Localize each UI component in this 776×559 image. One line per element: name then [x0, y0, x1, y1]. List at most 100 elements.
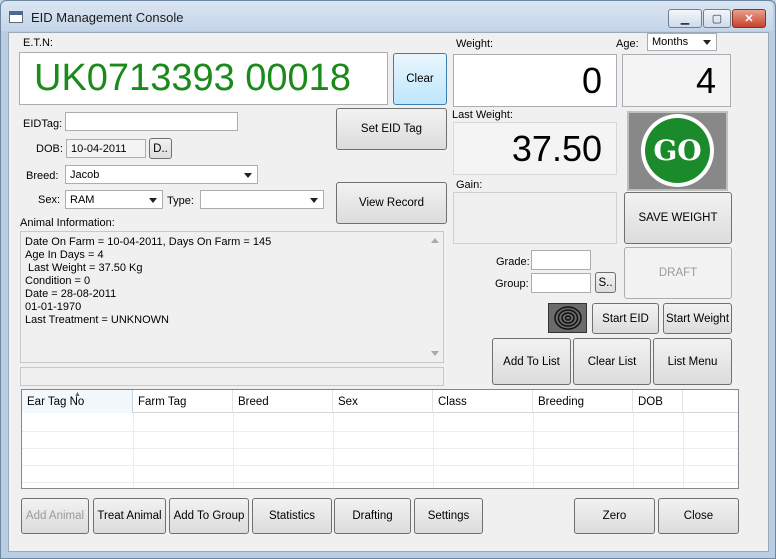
table-header: Ear Tag No ▲ Farm Tag Breed Sex Class Bre…: [22, 390, 738, 413]
close-button[interactable]: Close: [658, 498, 739, 534]
set-eid-tag-button[interactable]: Set EID Tag: [336, 108, 447, 150]
start-eid-button[interactable]: Start EID: [592, 303, 659, 334]
list-menu-button[interactable]: List Menu: [653, 338, 732, 385]
column-header-breeding[interactable]: Breeding: [533, 390, 633, 413]
grade-label: Grade:: [496, 256, 530, 268]
maximize-button[interactable]: ▢: [703, 9, 731, 28]
column-header-breed[interactable]: Breed: [233, 390, 333, 413]
column-label: Farm Tag: [138, 396, 187, 408]
sort-arrow-icon: ▲: [74, 391, 81, 398]
dob-picker-button[interactable]: D..: [149, 138, 172, 159]
column-label: DOB: [638, 396, 663, 408]
grid-line: [683, 413, 684, 488]
grade-input[interactable]: [531, 250, 591, 270]
etn-display[interactable]: UK0713393 00018: [19, 52, 388, 105]
etn-value: UK0713393 00018: [34, 57, 351, 99]
close-window-button[interactable]: ✕: [732, 9, 766, 28]
eid-reader-icon: [548, 303, 587, 333]
go-text: GO: [653, 134, 702, 167]
drafting-button[interactable]: Drafting: [334, 498, 411, 534]
type-label: Type:: [167, 195, 194, 207]
age-unit-select[interactable]: Months: [647, 33, 717, 51]
weight-label: Weight:: [456, 38, 494, 50]
group-input[interactable]: [531, 273, 591, 293]
add-to-list-button[interactable]: Add To List: [492, 338, 571, 385]
clear-etn-button[interactable]: Clear: [393, 53, 447, 105]
view-record-button[interactable]: View Record: [336, 182, 447, 224]
column-header-sex[interactable]: Sex: [333, 390, 433, 413]
zero-button[interactable]: Zero: [574, 498, 655, 534]
chevron-down-icon: [244, 172, 252, 178]
grid-line: [133, 413, 134, 488]
add-animal-button[interactable]: Add Animal: [21, 498, 89, 534]
minimize-button[interactable]: ▁: [668, 9, 702, 28]
table-row[interactable]: [22, 465, 738, 466]
treat-animal-button[interactable]: Treat Animal: [93, 498, 166, 534]
scroll-up-icon[interactable]: [431, 238, 439, 243]
table-row[interactable]: [22, 448, 738, 449]
age-display: 4: [622, 54, 731, 107]
settings-button[interactable]: Settings: [414, 498, 483, 534]
breed-select[interactable]: Jacob: [65, 165, 258, 184]
status-bar: [20, 367, 444, 386]
animal-list-table[interactable]: Ear Tag No ▲ Farm Tag Breed Sex Class Bre…: [21, 389, 739, 489]
age-unit-value: Months: [652, 36, 689, 48]
last-weight-label: Last Weight:: [452, 109, 513, 121]
clear-list-button[interactable]: Clear List: [573, 338, 651, 385]
gain-display: [453, 192, 617, 244]
chevron-down-icon: [149, 197, 157, 203]
column-header-dob[interactable]: DOB: [633, 390, 683, 413]
statistics-button[interactable]: Statistics: [252, 498, 332, 534]
column-header-ear-tag[interactable]: Ear Tag No ▲: [22, 390, 133, 413]
minimize-icon: ▁: [680, 13, 690, 25]
breed-label: Breed:: [26, 170, 59, 182]
sex-value: RAM: [70, 193, 95, 206]
group-picker-button[interactable]: S..: [595, 272, 616, 293]
draft-button[interactable]: DRAFT: [624, 247, 732, 299]
start-weight-button[interactable]: Start Weight: [663, 303, 732, 334]
grid-line: [633, 413, 634, 488]
grid-line: [533, 413, 534, 488]
maximize-icon: ▢: [711, 13, 723, 25]
info-line: Date On Farm = 10-04-2011, Days On Farm …: [25, 236, 272, 248]
scroll-down-icon[interactable]: [431, 351, 439, 356]
column-label: Sex: [338, 396, 358, 408]
sex-select[interactable]: RAM: [65, 190, 163, 209]
age-value: 4: [695, 59, 716, 101]
weight-display: 0: [453, 54, 617, 107]
type-select[interactable]: [200, 190, 324, 209]
gain-label: Gain:: [456, 179, 483, 191]
grid-line: [433, 413, 434, 488]
animal-info-text[interactable]: Date On Farm = 10-04-2011, Days On Farm …: [20, 231, 444, 363]
go-ring: GO: [641, 114, 714, 187]
window-title: EID Management Console: [31, 10, 184, 25]
chevron-down-icon: [703, 40, 711, 45]
go-indicator: GO: [627, 111, 728, 191]
info-line: Condition = 0: [25, 275, 91, 287]
sex-label: Sex:: [38, 194, 61, 206]
column-label: Class: [438, 396, 467, 408]
save-weight-button[interactable]: SAVE WEIGHT: [624, 192, 732, 244]
etn-label: E.T.N:: [23, 37, 53, 49]
table-row[interactable]: [22, 482, 738, 483]
animal-info-label: Animal Information:: [20, 217, 115, 229]
info-scrollbar[interactable]: [427, 232, 443, 362]
info-line: Last Treatment = UNKNOWN: [25, 314, 169, 326]
column-header-class[interactable]: Class: [433, 390, 533, 413]
dob-label: DOB:: [36, 143, 63, 155]
info-line: Date = 28-08-2011: [25, 288, 117, 300]
eidtag-input[interactable]: [65, 112, 238, 131]
go-status-icon: GO: [645, 118, 710, 183]
eidtag-label: EIDTag:: [23, 118, 63, 130]
fingerprint-icon: [553, 306, 582, 330]
add-to-group-button[interactable]: Add To Group: [169, 498, 249, 534]
grid-line: [333, 413, 334, 488]
last-weight-value: 37.50: [511, 127, 602, 169]
dob-field[interactable]: 10-04-2011: [66, 139, 146, 158]
table-row[interactable]: [22, 431, 738, 432]
title-bar[interactable]: EID Management Console ▁ ▢ ✕: [1, 1, 773, 31]
column-header-farm-tag[interactable]: Farm Tag: [133, 390, 233, 413]
grid-line: [233, 413, 234, 488]
breed-value: Jacob: [70, 168, 100, 181]
column-label: Breed: [238, 396, 269, 408]
